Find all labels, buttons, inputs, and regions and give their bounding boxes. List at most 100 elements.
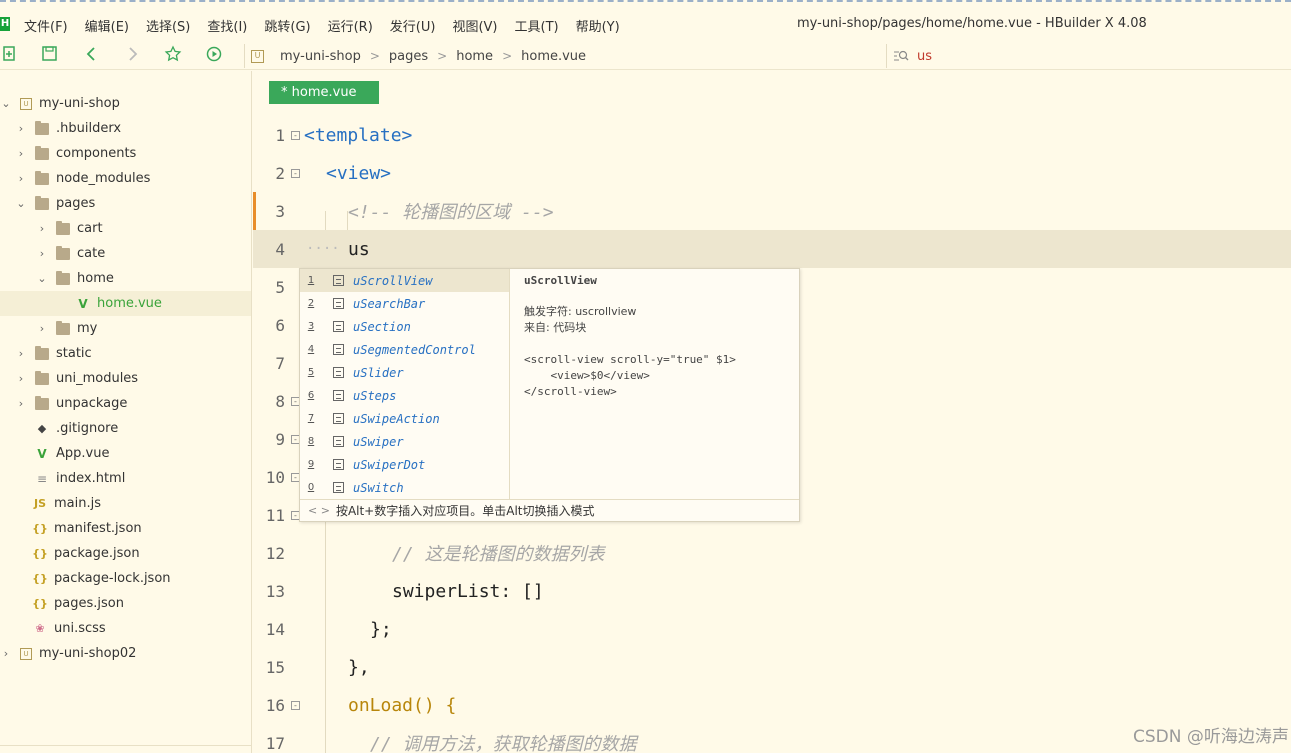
autocomplete-item[interactable]: 3 uSection [300, 315, 509, 338]
breadcrumb: U my-uni-shop > pages > home > home.vue [244, 44, 874, 68]
tree-item-uni-scss[interactable]: ❀ uni.scss [0, 616, 251, 641]
tree-item-manifest-json[interactable]: {} manifest.json [0, 516, 251, 541]
menu-find[interactable]: 查找(I) [207, 16, 247, 35]
save-icon[interactable] [41, 45, 59, 63]
tree-item-my[interactable]: › my [0, 316, 251, 341]
whitespace-dots: ···· [306, 241, 340, 257]
menu-view[interactable]: 视图(V) [452, 16, 497, 35]
back-icon[interactable] [83, 45, 101, 63]
vue-icon: V [37, 446, 47, 461]
menu-publish[interactable]: 发行(U) [390, 16, 436, 35]
tree-item-unpackage[interactable]: › unpackage [0, 391, 251, 416]
chevron-right-icon[interactable]: › [36, 222, 48, 235]
json-icon: {} [32, 597, 48, 610]
chevron-right-icon[interactable]: › [15, 347, 27, 360]
tree-item-cart[interactable]: › cart [0, 216, 251, 241]
tree-item-index-html[interactable]: ≡ index.html [0, 466, 251, 491]
js-icon: JS [33, 497, 46, 510]
menu-file[interactable]: 文件(F) [24, 16, 68, 35]
tree-item-package-lock-json[interactable]: {} package-lock.json [0, 566, 251, 591]
autocomplete-item[interactable]: 6 uSteps [300, 384, 509, 407]
chevron-down-icon[interactable]: ⌄ [15, 197, 27, 210]
run-icon[interactable] [205, 45, 223, 63]
autocomplete-item[interactable]: 5 uSlider [300, 361, 509, 384]
menu-run[interactable]: 运行(R) [328, 16, 373, 35]
chevron-right-icon[interactable]: › [15, 372, 27, 385]
snippet-icon [333, 482, 344, 493]
tree-item-home[interactable]: ⌄ home [0, 266, 251, 291]
breadcrumb-project[interactable]: my-uni-shop [280, 49, 361, 64]
code-line: 1 - <template> [275, 124, 413, 146]
tree-item-home-vue[interactable]: V home.vue [0, 291, 251, 316]
tree-item-hbuilderx[interactable]: › .hbuilderx [0, 116, 251, 141]
autocomplete-item[interactable]: 1 uScrollView [300, 269, 509, 292]
menubar: H 文件(F) 编辑(E) 选择(S) 查找(I) 跳转(G) 运行(R) 发行… [0, 0, 1291, 38]
chevron-right-icon[interactable]: › [0, 647, 12, 660]
chevron-right-icon[interactable]: › [15, 147, 27, 160]
code-line: 2 - <view> [275, 162, 392, 184]
autocomplete-item[interactable]: 7 uSwipeAction [300, 407, 509, 430]
window-title: my-uni-shop/pages/home/home.vue - HBuild… [797, 16, 1147, 31]
folder-open-icon [35, 195, 49, 210]
tree-item-pages[interactable]: ⌄ pages [0, 191, 251, 216]
chevron-right-icon[interactable]: › [15, 172, 27, 185]
folder-icon [35, 170, 49, 185]
star-icon[interactable] [164, 45, 182, 63]
autocomplete-item[interactable]: 9 uSwiperDot [300, 453, 509, 476]
chevron-right-icon[interactable]: › [36, 322, 48, 335]
snippet-icon [333, 344, 344, 355]
chevron-right-icon[interactable]: › [36, 247, 48, 260]
snippet-icon [333, 367, 344, 378]
autocomplete-item[interactable]: 8 uSwiper [300, 430, 509, 453]
folder-icon [56, 245, 70, 260]
tree-item-main-js[interactable]: JS main.js [0, 491, 251, 516]
search-input[interactable] [917, 48, 1217, 64]
json-icon: {} [32, 522, 48, 535]
breadcrumb-file[interactable]: home.vue [521, 49, 586, 64]
tree-item-static[interactable]: › static [0, 341, 251, 366]
tree-item-uni-modules[interactable]: › uni_modules [0, 366, 251, 391]
tree-item-gitignore[interactable]: ◆ .gitignore [0, 416, 251, 441]
menu-edit[interactable]: 编辑(E) [85, 16, 129, 35]
snippet-icon [333, 321, 344, 332]
menu-tools[interactable]: 工具(T) [515, 16, 559, 35]
menu-goto[interactable]: 跳转(G) [264, 16, 310, 35]
tree-item-project[interactable]: ⌄ U my-uni-shop [0, 91, 251, 116]
tree-item-project-2[interactable]: › U my-uni-shop02 [0, 641, 251, 666]
snippet-icon [333, 436, 344, 447]
fold-toggle-icon[interactable]: - [291, 701, 300, 710]
json-icon: {} [32, 547, 48, 560]
folder-icon [35, 370, 49, 385]
tree-item-pages-json[interactable]: {} pages.json [0, 591, 251, 616]
hbuilder-logo-icon: H [0, 17, 10, 31]
tree-item-cate[interactable]: › cate [0, 241, 251, 266]
chevron-down-icon[interactable]: ⌄ [0, 97, 12, 110]
project-icon: U [20, 647, 32, 660]
menu-help[interactable]: 帮助(Y) [576, 16, 620, 35]
tree-item-app-vue[interactable]: V App.vue [0, 441, 251, 466]
chevron-down-icon[interactable]: ⌄ [36, 272, 48, 285]
fold-toggle-icon[interactable]: - [291, 131, 300, 140]
autocomplete-item[interactable]: 0 uSwitch [300, 476, 509, 499]
chevron-right-icon[interactable]: › [15, 122, 27, 135]
code-line: 12 // 这是轮播图的数据列表 [265, 543, 605, 566]
new-file-icon[interactable] [1, 45, 19, 63]
autocomplete-item[interactable]: 4 uSegmentedControl [300, 338, 509, 361]
project-logo-icon: U [251, 49, 264, 63]
tab-home-vue[interactable]: * home.vue [269, 81, 379, 104]
menu-items: 文件(F) 编辑(E) 选择(S) 查找(I) 跳转(G) 运行(R) 发行(U… [24, 16, 637, 35]
breadcrumb-home[interactable]: home [456, 49, 493, 64]
breadcrumb-pages[interactable]: pages [389, 49, 428, 64]
chevron-right-icon[interactable]: › [15, 397, 27, 410]
tree-item-node-modules[interactable]: › node_modules [0, 166, 251, 191]
nav-arrows-icon[interactable]: < > [308, 504, 330, 517]
fold-toggle-icon[interactable]: - [291, 169, 300, 178]
tree-item-components[interactable]: › components [0, 141, 251, 166]
chevron-right-icon: > [502, 49, 513, 63]
autocomplete-item[interactable]: 2 uSearchBar [300, 292, 509, 315]
menu-select[interactable]: 选择(S) [146, 16, 190, 35]
forward-icon[interactable] [123, 45, 141, 63]
search-icon [894, 50, 909, 61]
tree-item-package-json[interactable]: {} package.json [0, 541, 251, 566]
git-icon: ◆ [37, 422, 47, 435]
